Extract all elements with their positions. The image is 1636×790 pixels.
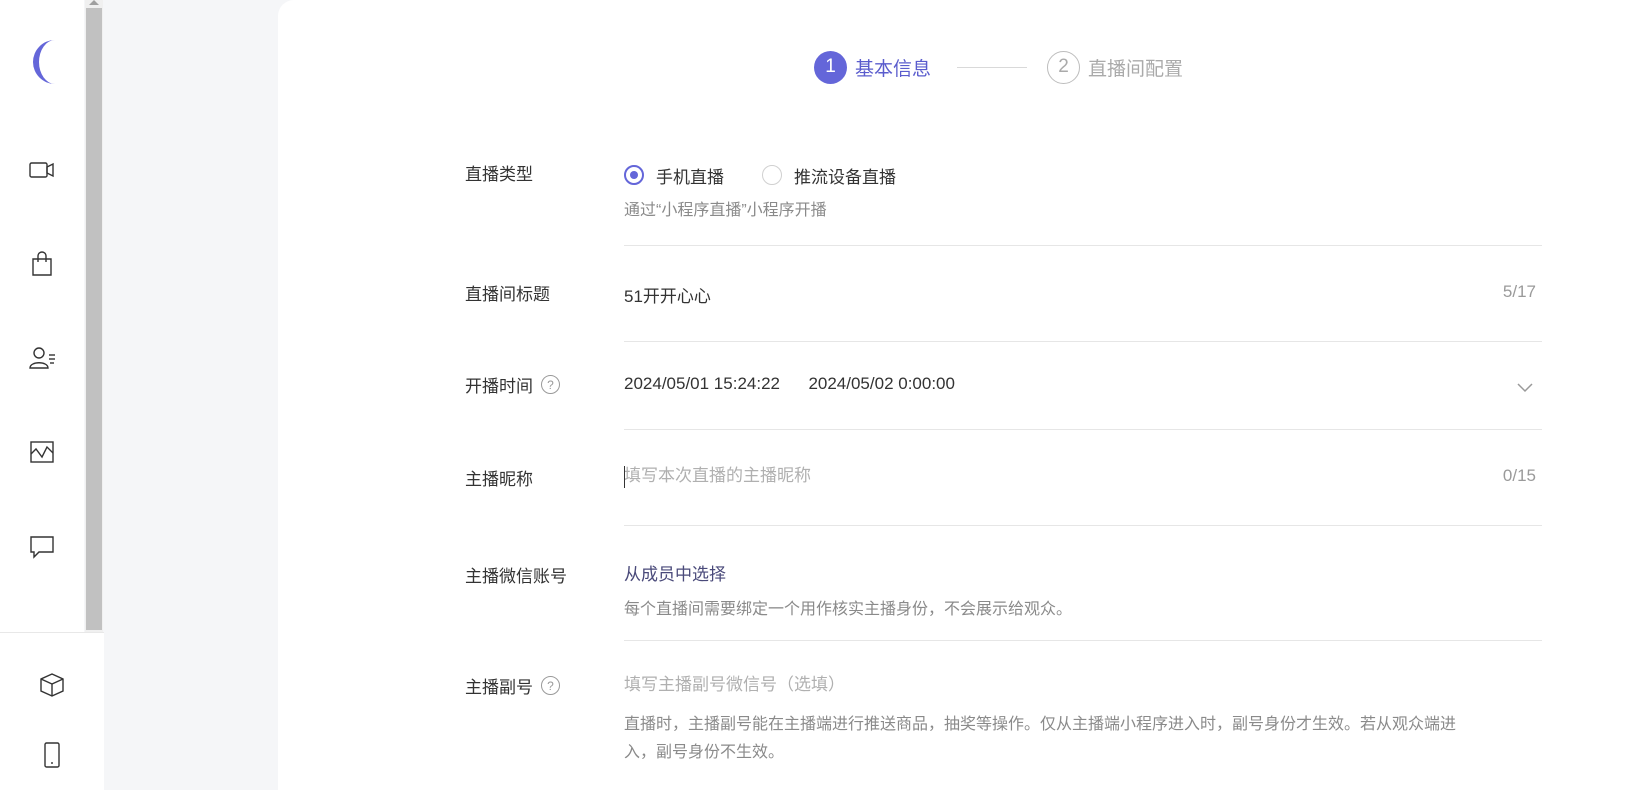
divider [624, 341, 1542, 342]
logo-icon [33, 40, 55, 84]
wechat-field: 从成员中选择 每个直播间需要绑定一个用作核实主播身份，不会展示给观众。 [624, 560, 1542, 619]
select-from-members-link[interactable]: 从成员中选择 [624, 560, 1542, 585]
divider [624, 525, 1542, 526]
time-label: 开播时间 ? [465, 372, 560, 397]
scroll-thumb[interactable] [86, 8, 102, 630]
radio-phone-live[interactable]: 手机直播 [624, 163, 724, 188]
sub-account-hint-line: 入，副号身份不生效。 [624, 744, 785, 761]
divider [624, 429, 1542, 430]
radio-label: 手机直播 [656, 167, 724, 187]
divider [624, 640, 1542, 641]
shopping-bag-icon[interactable] [22, 246, 62, 282]
divider [624, 245, 1542, 246]
step-indicator: 1 基本信息 2 直播间配置 [814, 50, 1183, 84]
help-icon[interactable]: ? [541, 375, 560, 394]
step-number: 2 [1047, 50, 1081, 84]
help-icon[interactable]: ? [541, 676, 560, 695]
main-panel: 1 基本信息 2 直播间配置 直播类型 手机直播 推流设备直播 通过“小程序直播… [278, 0, 1636, 790]
package-icon[interactable] [32, 667, 72, 703]
video-icon[interactable] [22, 152, 62, 188]
start-time[interactable]: 2024/05/01 15:24:22 [624, 374, 780, 393]
time-range-picker[interactable]: 2024/05/01 15:24:22 2024/05/02 0:00:00 [624, 374, 1542, 398]
title-field[interactable]: 51开开心心 5/17 [624, 282, 1542, 306]
radio-stream-device-live[interactable]: 推流设备直播 [762, 163, 896, 188]
wechat-label: 主播微信账号 [465, 567, 567, 586]
nickname-field[interactable]: 0/15 [624, 466, 1542, 490]
mobile-phone-icon[interactable] [32, 737, 72, 773]
chevron-down-icon[interactable] [1516, 378, 1534, 396]
step-label: 基本信息 [855, 58, 932, 80]
message-icon[interactable] [22, 528, 62, 564]
sidebar-bottom [0, 632, 104, 790]
nickname-char-counter: 0/15 [1502, 466, 1536, 485]
sub-account-field: 直播时，主播副号能在主播端进行推送商品，抽奖等操作。仅从主播端小程序进入时，副号… [624, 675, 1542, 767]
analytics-icon[interactable] [22, 434, 62, 470]
text-cursor [624, 466, 625, 488]
live-type-radio-group: 手机直播 推流设备直播 [624, 162, 1542, 188]
live-type-label: 直播类型 [465, 165, 533, 184]
nickname-input[interactable] [624, 466, 1444, 486]
title-input[interactable]: 51开开心心 [624, 287, 711, 306]
step-connector [957, 66, 1028, 68]
radio-label: 推流设备直播 [794, 167, 896, 187]
sub-account-input[interactable] [624, 675, 1444, 695]
sub-account-label-text: 主播副号 [465, 678, 533, 697]
live-type-hint: 通过“小程序直播”小程序开播 [624, 202, 827, 219]
sub-account-hint: 直播时，主播副号能在主播端进行推送商品，抽奖等操作。仅从主播端小程序进入时，副号… [624, 711, 1542, 767]
step-number: 1 [814, 50, 847, 84]
step-label: 直播间配置 [1088, 58, 1184, 80]
step-basic-info[interactable]: 1 基本信息 [814, 50, 932, 84]
live-type-field: 手机直播 推流设备直播 通过“小程序直播”小程序开播 [624, 162, 1542, 220]
sub-account-label: 主播副号 ? [465, 673, 560, 698]
step-room-config[interactable]: 2 直播间配置 [1047, 50, 1184, 84]
scroll-up-icon[interactable] [89, 0, 99, 5]
user-list-icon[interactable] [22, 340, 62, 376]
time-label-text: 开播时间 [465, 377, 533, 396]
radio-dot[interactable] [624, 165, 644, 185]
sub-account-hint-line: 直播时，主播副号能在主播端进行推送商品，抽奖等操作。仅从主播端小程序进入时，副号… [624, 716, 1457, 733]
sidebar-scrollbar[interactable] [85, 0, 103, 632]
radio-dot[interactable] [762, 165, 782, 185]
end-time[interactable]: 2024/05/02 0:00:00 [808, 374, 955, 393]
title-char-counter: 5/17 [1502, 282, 1536, 301]
title-label: 直播间标题 [465, 285, 550, 304]
nickname-label: 主播昵称 [465, 470, 533, 489]
wechat-hint: 每个直播间需要绑定一个用作核实主播身份，不会展示给观众。 [624, 601, 1073, 618]
